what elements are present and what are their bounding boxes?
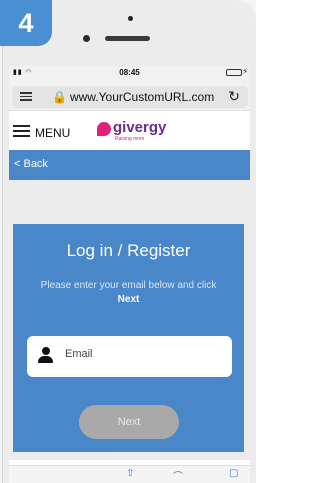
share-icon[interactable]: ⇧ — [126, 468, 134, 479]
url-label: www.YourCustomURL.com — [69, 90, 215, 104]
givergy-logo[interactable]: givergy Raising more — [97, 120, 166, 142]
status-bar: ▮▮ ◠ 08:45 ⚡ — [9, 66, 250, 79]
email-input[interactable] — [65, 348, 215, 360]
status-time: 08:45 — [119, 68, 140, 77]
step-number-badge: 4 — [0, 0, 52, 46]
back-link[interactable]: < Back — [14, 158, 48, 170]
tabs-icon[interactable]: ▢ — [229, 468, 238, 479]
charging-icon: ⚡ — [242, 67, 248, 76]
bookmarks-icon[interactable]: ⌒ — [173, 468, 183, 483]
content-area: Log in / Register Please enter your emai… — [9, 180, 250, 460]
back-bar: < Back — [9, 150, 250, 180]
site-header: MENU givergy Raising more — [9, 111, 250, 150]
next-button[interactable]: Next — [79, 405, 179, 439]
email-field[interactable] — [27, 336, 232, 377]
front-camera — [83, 35, 90, 42]
login-instructions: Please enter your email below and click … — [23, 279, 234, 307]
hamburger-icon — [13, 125, 30, 140]
instructions-text: Please enter your email below and click — [40, 280, 217, 291]
logo-tagline: Raising more — [115, 136, 145, 142]
user-icon — [38, 347, 53, 364]
menu-button[interactable]: MENU — [13, 125, 70, 140]
proximity-sensor — [128, 16, 133, 21]
logo-mark-icon — [97, 122, 111, 136]
login-card: Log in / Register Please enter your emai… — [13, 224, 244, 452]
battery-icon — [226, 69, 242, 76]
login-title: Log in / Register — [66, 241, 191, 260]
url-text[interactable]: 🔒 www.YourCustomURL.com — [52, 90, 214, 104]
browser-toolbar: ⇧ ⌒ ▢ — [9, 465, 250, 483]
instructions-emphasis: Next — [117, 294, 140, 305]
lock-icon: 🔒 — [52, 90, 67, 104]
url-field[interactable]: 🔒 www.YourCustomURL.com ↻ — [12, 86, 248, 108]
browser-address-bar: 🔒 www.YourCustomURL.com ↻ — [9, 79, 250, 111]
reader-mode-icon[interactable] — [20, 92, 32, 101]
menu-label: MENU — [35, 125, 71, 140]
phone-screen: ▮▮ ◠ 08:45 ⚡ 🔒 www.YourCustomURL.com ↻ ME… — [9, 66, 250, 483]
reload-icon[interactable]: ↻ — [228, 88, 240, 105]
earpiece-speaker — [105, 36, 150, 41]
logo-wordmark: givergy — [113, 119, 167, 136]
